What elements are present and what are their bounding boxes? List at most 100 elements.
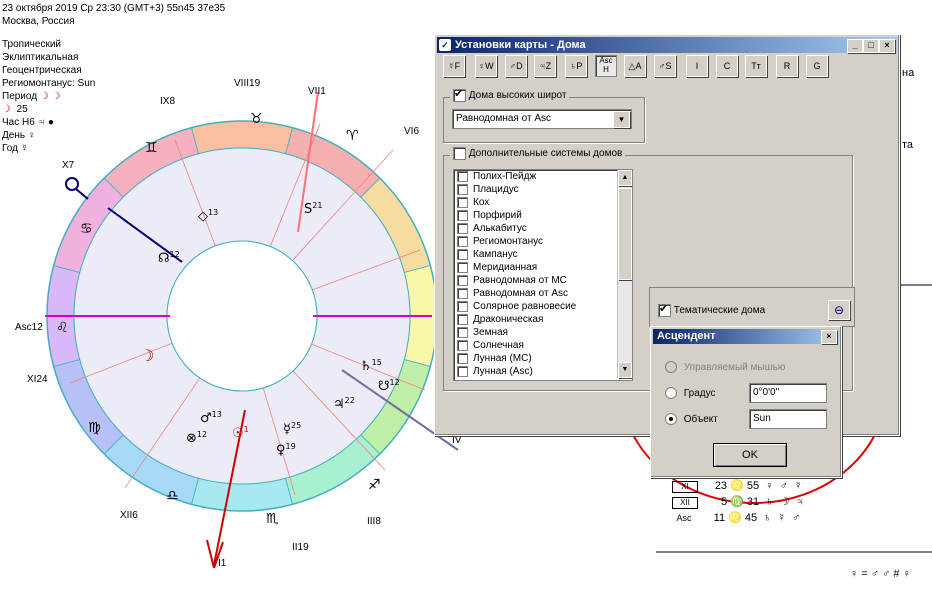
scroll-up-icon[interactable]: ▲: [618, 170, 632, 186]
close-button[interactable]: ×: [879, 39, 895, 53]
ascendant-close-button[interactable]: ×: [821, 330, 837, 344]
option-degree-radio[interactable]: [665, 387, 677, 399]
sign-sagittarius-glyph: ♐: [368, 477, 381, 493]
option-degree-label: Градус: [683, 387, 716, 399]
thematic-panel: Тематические дома ⊖: [649, 287, 855, 327]
sign-taurus-glyph: ♉: [250, 111, 263, 127]
sign-gemini-glyph: ♊: [145, 140, 158, 156]
list-item[interactable]: Региомонтанус: [454, 235, 632, 248]
house-label-xii: XII6: [120, 510, 138, 521]
house-label-ii: II19: [292, 542, 309, 553]
house-label-i: I1: [218, 558, 227, 569]
scroll-down-icon[interactable]: ▼: [618, 362, 632, 378]
list-item[interactable]: Полих-Пейдж: [454, 170, 632, 183]
option-mouse-label: Управляемый мышью: [683, 361, 786, 373]
option-object-row[interactable]: Объект: [665, 413, 718, 425]
high-lat-select-value: Равнодомная от Asc: [456, 113, 551, 124]
list-item[interactable]: Кох: [454, 196, 632, 209]
tool-f-button[interactable]: ☿F: [443, 55, 465, 77]
tool-i-button[interactable]: I: [686, 55, 708, 77]
option-degree-row[interactable]: Градус: [665, 387, 715, 399]
list-scrollbar[interactable]: ▲ ▼: [617, 170, 632, 378]
high-lat-select[interactable]: Равнодомная от Asc ▼: [452, 109, 632, 129]
table-row: XII 5 ♍ 31 ♄ ☽ ♃: [672, 494, 832, 510]
list-item[interactable]: Лунная (MC): [454, 352, 632, 365]
list-item[interactable]: Земная: [454, 326, 632, 339]
list-item[interactable]: Алькабитус: [454, 222, 632, 235]
list-item[interactable]: Солярное равновесие: [454, 300, 632, 313]
list-item[interactable]: Равнодомная от Asc: [454, 287, 632, 300]
tool-c-button[interactable]: C: [716, 55, 738, 77]
tool-d-button[interactable]: ♂D: [505, 55, 527, 77]
tool-t-button[interactable]: Tт: [745, 55, 767, 77]
list-item[interactable]: Равнодомная от MC: [454, 274, 632, 287]
tool-a-button[interactable]: △A: [624, 55, 646, 77]
sign-aries-glyph: ♈: [346, 128, 359, 144]
option-mouse-radio[interactable]: [665, 361, 677, 373]
scroll-thumb[interactable]: [618, 188, 632, 280]
thematic-checkbox[interactable]: [658, 302, 671, 317]
aspect-footer: ♀ = ♂ ♂ # ♀: [850, 568, 911, 580]
house-systems-list[interactable]: Полих-Пейдж Плацидус Кох Порфирий Алькаб…: [453, 169, 633, 381]
option-object-radio[interactable]: [665, 413, 677, 425]
list-item[interactable]: Лунная (Asc): [454, 365, 632, 378]
house-label-xi: XI24: [27, 374, 48, 385]
minimize-button[interactable]: _: [847, 39, 863, 53]
house-label-iii: III8: [367, 516, 381, 527]
sign-libra-glyph: ♎: [166, 488, 179, 504]
table-row: Asc 11 ♌ 45 ♄ ☿ ♂: [676, 512, 801, 524]
object-field[interactable]: Sun: [749, 409, 827, 429]
sign-cancer-glyph: ♋: [80, 221, 93, 237]
table-row: XI 23 ♌ 55 ♀ ♂ ☿: [672, 478, 832, 494]
degree-field[interactable]: 0°0'0": [749, 383, 827, 403]
ascendant-titlebar[interactable]: Асцендент ×: [653, 329, 839, 344]
house-label-x: X7: [62, 160, 75, 171]
list-item[interactable]: Порфирий: [454, 209, 632, 222]
extra-systems-label: Дополнительные системы домов: [468, 148, 623, 160]
tool-r-button[interactable]: R: [776, 55, 798, 77]
list-item[interactable]: Меридианная: [454, 261, 632, 274]
list-item[interactable]: Солнечная: [454, 339, 632, 352]
tool-g-button[interactable]: G: [806, 55, 828, 77]
thematic-label: Тематические дома: [673, 305, 766, 317]
ascendant-title: Асцендент: [657, 330, 716, 342]
high-lat-checkbox-row[interactable]: Дома высоких широт: [450, 87, 570, 102]
list-item[interactable]: Плацидус: [454, 183, 632, 196]
high-lat-checkbox[interactable]: [453, 87, 466, 102]
tool-z-button[interactable]: ♃Z: [534, 55, 556, 77]
planet-moon: ☽: [140, 346, 154, 365]
right-fragment-b: та: [902, 139, 914, 151]
option-object-label: Объект: [683, 413, 718, 425]
tool-p-button[interactable]: ♄P: [565, 55, 587, 77]
high-lat-label: Дома высоких широт: [468, 90, 567, 102]
option-mouse-row[interactable]: Управляемый мышью: [665, 361, 785, 373]
chevron-down-icon[interactable]: ▼: [613, 111, 630, 128]
extra-systems-checkbox-row[interactable]: Дополнительные системы домов: [450, 147, 626, 160]
tool-w-button[interactable]: ♀W: [475, 55, 497, 77]
dialog-title: Установки карты - Дома: [455, 39, 586, 51]
sign-scorpio-glyph: ♏: [266, 511, 279, 527]
house-label-vi: VI6: [404, 126, 419, 137]
ascendant-dialog: Асцендент × Управляемый мышью Градус 0°0…: [650, 326, 842, 478]
dialog-titlebar[interactable]: ✓ Установки карты - Дома _ □ ×: [437, 37, 897, 53]
list-item[interactable]: Драконическая: [454, 313, 632, 326]
sign-virgo-glyph: ♍: [88, 420, 101, 436]
extra-systems-checkbox[interactable]: [453, 147, 466, 160]
tool-houses-button[interactable]: Asc H: [595, 55, 617, 77]
thematic-checkbox-row[interactable]: Тематические дома: [658, 302, 766, 317]
cusp-table: XI 23 ♌ 55 ♀ ♂ ☿ XII 5 ♍ 31 ♄ ☽ ♃ Asc 11…: [672, 478, 832, 526]
house-label-asc: Asc12: [15, 322, 43, 333]
house-label-viii: VIII19: [234, 78, 261, 89]
tool-s-button[interactable]: ♂S: [654, 55, 676, 77]
house-label-vii: VII1: [308, 86, 326, 97]
thematic-settings-button[interactable]: ⊖: [828, 300, 850, 320]
house-label-ix: IX8: [160, 96, 175, 107]
right-fragment-a: на: [902, 67, 915, 79]
ok-button[interactable]: OK: [713, 443, 787, 467]
list-item[interactable]: Кампанус: [454, 248, 632, 261]
sign-leo-glyph: ♌: [56, 320, 69, 336]
house-label-iv: IV: [452, 435, 462, 446]
maximize-button[interactable]: □: [863, 39, 879, 53]
node-marker: [65, 177, 79, 191]
app-icon: ✓: [439, 39, 451, 51]
